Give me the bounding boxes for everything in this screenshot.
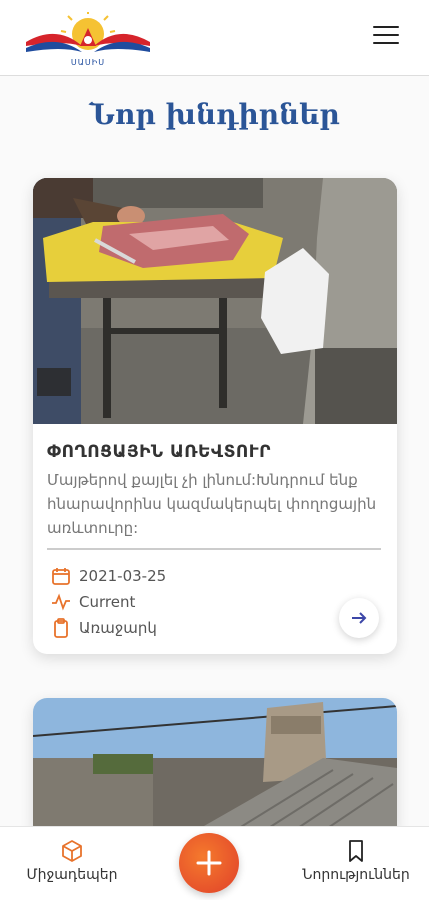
activity-icon — [52, 593, 70, 611]
issue-card[interactable]: ՓՈՂՈՑԱՅԻՆ ԱՌԵՎՏՈՒՐ Մայթերով քայլել չի լի… — [33, 178, 397, 654]
issue-photo — [33, 698, 397, 838]
page-title: Նոր խնդիրներ — [89, 98, 340, 131]
nav-incidents[interactable]: Միջադեպեր — [22, 839, 122, 883]
plus-icon — [196, 850, 222, 876]
open-issue-button[interactable] — [339, 598, 379, 638]
app-logo[interactable]: ՍԱՍԻՍ — [22, 10, 154, 67]
hamburger-menu-icon[interactable] — [373, 26, 399, 46]
issue-title: ՓՈՂՈՑԱՅԻՆ ԱՌԵՎՏՈՒՐ — [47, 442, 271, 462]
nav-news[interactable]: Նորություններ — [300, 839, 412, 883]
issue-card[interactable] — [33, 698, 397, 838]
divider — [47, 548, 381, 550]
issue-date: 2021-03-25 — [79, 567, 167, 585]
issue-type: Առաջարկ — [79, 619, 157, 637]
issue-status-row: Current — [51, 592, 135, 612]
cube-icon — [62, 840, 82, 862]
logo-text: ՍԱՍԻՍ — [70, 58, 106, 67]
clipboard-icon — [54, 618, 68, 638]
issue-type-row: Առաջարկ — [51, 618, 157, 638]
issue-date-row: 2021-03-25 — [51, 566, 166, 586]
app-header: ՍԱՍԻՍ — [0, 0, 429, 76]
issue-description: Մայթերով քայլել չի լինում:Խնդրում ենք հն… — [47, 471, 377, 537]
bookmark-icon — [349, 840, 363, 862]
issue-status: Current — [79, 593, 136, 611]
issue-photo — [33, 178, 397, 424]
calendar-icon — [52, 568, 70, 585]
nav-news-label: Նորություններ — [302, 867, 410, 883]
add-issue-button[interactable] — [179, 833, 239, 893]
arrow-right-icon — [352, 612, 367, 624]
nav-incidents-label: Միջադեպեր — [26, 867, 118, 883]
